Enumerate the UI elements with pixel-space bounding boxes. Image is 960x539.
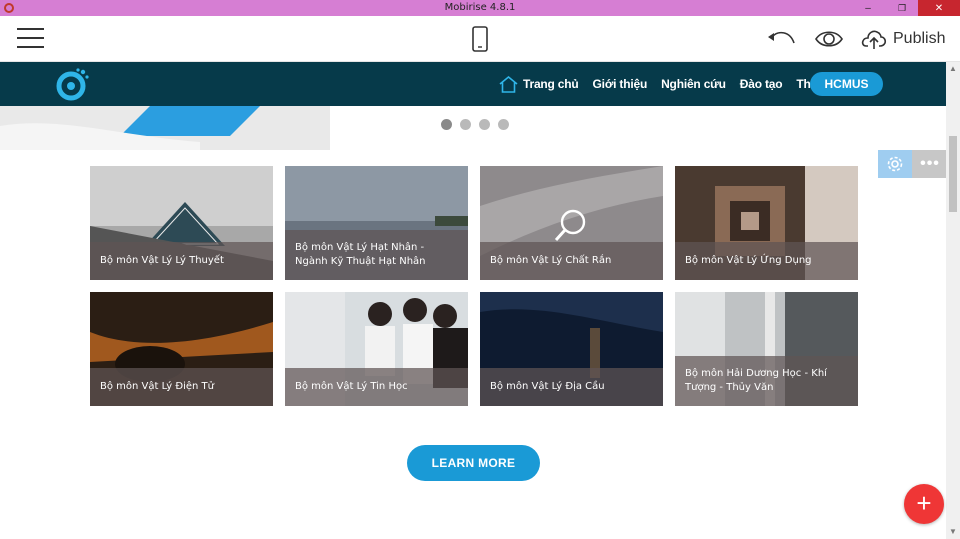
gear-icon (887, 156, 903, 172)
scroll-up-arrow-icon[interactable]: ▲ (946, 62, 960, 76)
vertical-scrollbar[interactable]: ▲ ▼ (946, 62, 960, 539)
card-caption: Bộ môn Hải Dương Học - Khí Tượng - Thủy … (675, 356, 858, 406)
nav-item-about[interactable]: Giới thiệu (593, 77, 648, 91)
scrollbar-thumb[interactable] (949, 136, 957, 212)
slider-dot-1[interactable] (441, 119, 452, 130)
nav-item-home-label: Trang chủ (523, 77, 579, 91)
window-title: Mobirise 4.8.1 (444, 2, 516, 13)
card-caption: Bộ môn Vật Lý Địa Cầu (480, 368, 663, 406)
slider-dot-4[interactable] (498, 119, 509, 130)
slider-dot-2[interactable] (460, 119, 471, 130)
card-electronics-physics[interactable]: Bộ môn Vật Lý Điện Tử (90, 292, 273, 406)
undo-icon[interactable] (766, 29, 796, 49)
card-nuclear-physics[interactable]: Bộ môn Vật Lý Hạt Nhân - Ngành Kỹ Thuật … (285, 166, 468, 280)
block-more-button[interactable]: ••• (912, 150, 946, 178)
close-button[interactable]: ✕ (918, 0, 960, 16)
nav-item-research[interactable]: Nghiên cứu (661, 77, 726, 91)
card-applied-physics[interactable]: Bộ môn Vật Lý Ứng Dụng (675, 166, 858, 280)
card-geophysics[interactable]: Bộ môn Vật Lý Địa Cầu (480, 292, 663, 406)
home-icon (499, 75, 518, 93)
mobile-view-icon[interactable] (472, 26, 488, 52)
slider-dot-3[interactable] (479, 119, 490, 130)
site-logo[interactable] (55, 66, 91, 102)
minimize-button[interactable]: – (855, 0, 881, 16)
learn-more-button[interactable]: LEARN MORE (407, 445, 540, 481)
slider-image (0, 106, 330, 150)
hcmus-button[interactable]: HCMUS (810, 72, 883, 96)
card-caption: Bộ môn Vật Lý Tin Học (285, 368, 468, 406)
block-settings: ••• (878, 150, 946, 178)
site-preview: Trang chủ Giới thiệu Nghiên cứu Đào tạo … (0, 62, 946, 539)
hamburger-menu-icon[interactable] (17, 28, 44, 48)
add-block-button[interactable]: + (904, 484, 944, 524)
card-theoretical-physics[interactable]: Bộ môn Vật Lý Lý Thuyết (90, 166, 273, 280)
site-navbar: Trang chủ Giới thiệu Nghiên cứu Đào tạo … (0, 62, 946, 106)
card-solid-state-physics[interactable]: Bộ môn Vật Lý Chất Rắn (480, 166, 663, 280)
card-caption: Bộ môn Vật Lý Điện Tử (90, 368, 273, 406)
cloud-upload-icon (861, 30, 887, 49)
card-caption: Bộ môn Vật Lý Lý Thuyết (90, 242, 273, 280)
slider-dots (441, 119, 509, 130)
slider-graphic (0, 106, 330, 150)
restore-button[interactable]: ❐ (889, 0, 915, 16)
scroll-down-arrow-icon[interactable]: ▼ (946, 525, 960, 539)
block-settings-button[interactable] (878, 150, 912, 178)
nav-item-training[interactable]: Đào tạo (740, 77, 783, 91)
card-oceanography[interactable]: Bộ môn Hải Dương Học - Khí Tượng - Thủy … (675, 292, 858, 406)
preview-eye-icon[interactable] (815, 28, 843, 50)
card-caption: Bộ môn Vật Lý Hạt Nhân - Ngành Kỹ Thuật … (285, 230, 468, 280)
publish-label: Publish (893, 30, 946, 47)
card-computational-physics[interactable]: Bộ môn Vật Lý Tin Học (285, 292, 468, 406)
card-caption: Bộ môn Vật Lý Ứng Dụng (675, 242, 858, 280)
nav-item-home[interactable]: Trang chủ (499, 75, 579, 93)
publish-button[interactable]: Publish (861, 25, 945, 53)
card-caption: Bộ môn Vật Lý Chất Rắn (480, 242, 663, 280)
editor-toolbar: Publish (0, 16, 960, 62)
window-titlebar: Mobirise 4.8.1 – ❐ ✕ (0, 0, 960, 16)
